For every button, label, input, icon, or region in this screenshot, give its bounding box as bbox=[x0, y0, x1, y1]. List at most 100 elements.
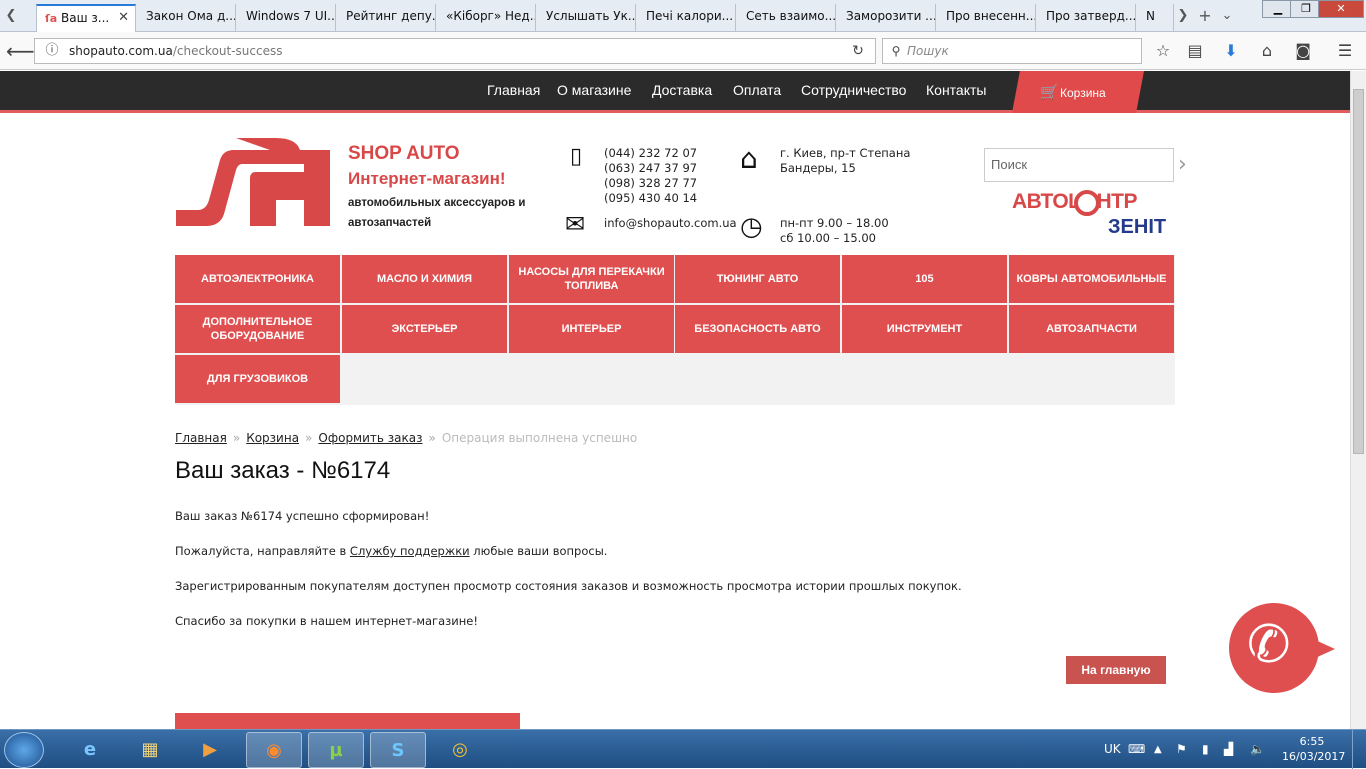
category-interior[interactable]: Интерьер bbox=[509, 305, 674, 353]
browser-search-input[interactable]: ⚲ Пошук bbox=[882, 38, 1142, 64]
site-top-nav: Главная О магазине Доставка Оплата Сотру… bbox=[0, 71, 1350, 113]
nav-link-home[interactable]: Главная bbox=[487, 82, 540, 98]
phone-handset-icon: ✆ bbox=[1247, 615, 1291, 675]
registered-users-message: Зарегистрированным покупателям доступен … bbox=[175, 579, 962, 593]
category-auto-electronics[interactable]: Автоэлектроника bbox=[175, 255, 340, 303]
go-home-button[interactable]: На главную bbox=[1066, 656, 1166, 684]
category-menu: Автоэлектроника Масло и химия Насосы для… bbox=[175, 255, 1175, 405]
info-icon[interactable]: ⓘ bbox=[41, 40, 63, 62]
media-player-icon[interactable]: ▶ bbox=[182, 732, 238, 768]
language-indicator[interactable]: UK bbox=[1104, 730, 1121, 769]
search-placeholder: Пошук bbox=[907, 44, 949, 58]
browser-tab[interactable]: N bbox=[1138, 4, 1174, 32]
browser-tab[interactable]: Про внесенн... bbox=[938, 4, 1036, 32]
page-scrollbar[interactable] bbox=[1350, 71, 1366, 729]
tab-scroll-right-icon[interactable]: ❯ bbox=[1176, 6, 1190, 26]
volume-icon[interactable]: 🔈 bbox=[1250, 730, 1265, 769]
browser-tab[interactable]: Услышать Ук... bbox=[538, 4, 636, 32]
new-tab-icon[interactable]: + bbox=[1198, 6, 1212, 26]
tab-label: Услышать Ук... bbox=[546, 9, 636, 23]
back-icon[interactable]: ⟵ bbox=[6, 40, 35, 62]
tab-list-icon[interactable]: ⌄ bbox=[1220, 6, 1234, 26]
taskbar-clock[interactable]: 6:55 16/03/2017 bbox=[1282, 734, 1345, 764]
tray-expand-icon[interactable]: ▲ bbox=[1154, 730, 1162, 769]
network-error-icon[interactable]: ⚑ bbox=[1176, 730, 1187, 769]
browser-tab[interactable]: Windows 7 UI... bbox=[238, 4, 336, 32]
email-link[interactable]: info@shopauto.com.ua bbox=[604, 216, 737, 230]
tab-scroll-left-icon[interactable]: ❮ bbox=[4, 6, 18, 26]
category-extra-equipment[interactable]: Дополнительное оборудование bbox=[175, 305, 340, 353]
category-auto-parts[interactable]: Автозапчасти bbox=[1009, 305, 1174, 353]
hours-line: пн-пт 9.00 – 18.00 bbox=[780, 216, 889, 230]
start-button[interactable] bbox=[4, 732, 44, 768]
utorrent-icon[interactable]: µ bbox=[308, 732, 364, 768]
tab-label: Про затверд... bbox=[1046, 9, 1136, 23]
breadcrumb-checkout[interactable]: Оформить заказ bbox=[318, 431, 422, 445]
home-icon[interactable]: ⌂ bbox=[1256, 40, 1278, 62]
battery-icon[interactable]: ▮ bbox=[1202, 730, 1209, 769]
partner-logo-avtocentr-zenit[interactable]: АВТОЦЕНТР ЗЕНІТ bbox=[1012, 190, 1176, 240]
phone-number[interactable]: (098) 328 27 77 bbox=[604, 176, 697, 191]
file-explorer-icon[interactable]: ▦ bbox=[122, 732, 178, 768]
tab-close-icon[interactable]: ✕ bbox=[118, 6, 129, 30]
reader-icon[interactable]: ▤ bbox=[1184, 40, 1206, 62]
breadcrumb-separator: » bbox=[232, 431, 241, 445]
browser-tab[interactable]: Рейтинг депу... bbox=[338, 4, 436, 32]
callback-button[interactable]: ✆ bbox=[1229, 603, 1335, 693]
nav-link-delivery[interactable]: Доставка bbox=[652, 82, 712, 98]
browser-tab-active[interactable]: ſa Ваш з... ✕ bbox=[36, 4, 136, 33]
browser-tab[interactable]: Про затверд... bbox=[1038, 4, 1136, 32]
category-car-safety[interactable]: Безопасность авто bbox=[675, 305, 840, 353]
category-exterior[interactable]: Экстерьер bbox=[342, 305, 507, 353]
search-submit-arrow-icon[interactable]: › bbox=[1178, 152, 1187, 177]
site-search-input[interactable]: Поиск bbox=[984, 148, 1174, 182]
category-tuning[interactable]: Тюнинг авто bbox=[675, 255, 840, 303]
show-desktop-button[interactable] bbox=[1352, 730, 1366, 769]
download-icon[interactable]: ⬇ bbox=[1220, 40, 1242, 62]
nav-link-payment[interactable]: Оплата bbox=[733, 82, 781, 98]
cart-button[interactable]: 🛒 Корзина bbox=[1012, 71, 1144, 113]
clock-icon: ◷ bbox=[740, 212, 763, 242]
browser-tab[interactable]: «Кіборг» Нед... bbox=[438, 4, 536, 32]
phone-number[interactable]: (044) 232 72 07 bbox=[604, 146, 697, 161]
menu-icon[interactable]: ☰ bbox=[1334, 40, 1356, 62]
category-fuel-pumps[interactable]: Насосы для перекачки топлива bbox=[509, 255, 674, 303]
internet-explorer-icon[interactable]: e bbox=[62, 732, 118, 768]
tab-label: Сеть взаимо... bbox=[746, 9, 836, 23]
callback-bubble-tail bbox=[1313, 639, 1335, 659]
category-car-mats[interactable]: Ковры автомобильные bbox=[1009, 255, 1174, 303]
breadcrumb-separator: » bbox=[428, 431, 436, 445]
keyboard-icon[interactable]: ⌨ bbox=[1128, 730, 1145, 769]
shopauto-logo[interactable] bbox=[176, 138, 330, 226]
bookmark-star-icon[interactable]: ☆ bbox=[1152, 40, 1174, 62]
nav-link-about[interactable]: О магазине bbox=[557, 82, 631, 98]
browser-tab[interactable]: Сеть взаимо... bbox=[738, 4, 836, 32]
phone-number[interactable]: (095) 430 40 14 bbox=[604, 191, 697, 206]
envelope-icon: ✉ bbox=[565, 210, 586, 238]
category-oil-chemistry[interactable]: Масло и химия bbox=[342, 255, 507, 303]
phone-number[interactable]: (063) 247 37 97 bbox=[604, 161, 697, 176]
url-bar[interactable]: ⓘ shopauto.com.ua/checkout-success ↻ bbox=[34, 38, 876, 64]
brand-title: SHOP AUTO bbox=[348, 143, 460, 164]
nav-link-cooperation[interactable]: Сотрудничество bbox=[801, 82, 906, 98]
pocket-icon[interactable]: ◙ bbox=[1292, 40, 1314, 62]
firefox-icon[interactable]: ◉ bbox=[246, 732, 302, 768]
skype-icon[interactable]: S bbox=[370, 732, 426, 768]
browser-tab[interactable]: Закон Ома д... bbox=[138, 4, 236, 32]
reload-icon[interactable]: ↻ bbox=[847, 40, 869, 62]
chrome-icon[interactable]: ◎ bbox=[432, 732, 488, 768]
category-tools[interactable]: Инструмент bbox=[842, 305, 1007, 353]
category-105[interactable]: 105 bbox=[842, 255, 1007, 303]
browser-tab[interactable]: Печі калори... bbox=[638, 4, 736, 32]
scrollbar-thumb[interactable] bbox=[1353, 89, 1364, 454]
support-link[interactable]: Службу поддержки bbox=[350, 544, 470, 558]
close-window-button[interactable]: ✕ bbox=[1318, 0, 1364, 18]
browser-tab[interactable]: Заморозити ... bbox=[838, 4, 936, 32]
category-trucks[interactable]: Для грузовиков bbox=[175, 355, 340, 403]
signal-icon[interactable]: ▟ bbox=[1224, 730, 1233, 769]
browser-navbar: ⟵ ⓘ shopauto.com.ua/checkout-success ↻ ⚲… bbox=[0, 32, 1366, 70]
breadcrumb-home[interactable]: Главная bbox=[175, 431, 227, 445]
tab-label: Рейтинг депу... bbox=[346, 9, 436, 23]
breadcrumb-cart[interactable]: Корзина bbox=[246, 431, 299, 445]
nav-link-contacts[interactable]: Контакты bbox=[926, 82, 986, 98]
